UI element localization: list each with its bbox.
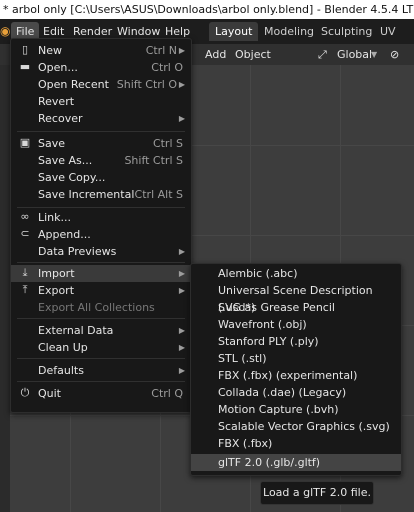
toolbar-strip [0, 65, 10, 512]
menu-item-export[interactable]: ⤒ Export ▶ [11, 282, 191, 299]
pivot-icon[interactable]: ⊘ [390, 46, 399, 63]
menu-divider [17, 262, 185, 263]
tab-uv-editing[interactable]: UV Editi [374, 22, 414, 57]
header-add-menu[interactable]: Add [205, 46, 226, 63]
menu-item-data-previews[interactable]: Data Previews ▶ [11, 243, 191, 260]
chevron-right-icon: ▶ [178, 114, 185, 123]
import-fbx[interactable]: FBX (.fbx) [191, 435, 401, 452]
import-motion-capture[interactable]: Motion Capture (.bvh) [191, 401, 401, 418]
menu-item-save[interactable]: ▣ Save Ctrl S [11, 135, 191, 152]
file-menu: ▯ New Ctrl N ▶ ▬ Open... Ctrl O Open Rec… [10, 38, 192, 413]
chevron-down-icon[interactable]: ▼ [371, 46, 377, 63]
menu-item-new[interactable]: ▯ New Ctrl N ▶ [11, 42, 191, 59]
menu-divider [17, 207, 185, 208]
chevron-right-icon: ▶ [178, 286, 185, 295]
menu-item-recover[interactable]: Recover ▶ [11, 110, 191, 127]
menu-divider [17, 358, 185, 359]
menu-item-open-recent[interactable]: Open Recent Shift Ctrl O ▶ [11, 76, 191, 93]
import-gltf[interactable]: glTF 2.0 (.glb/.gltf) [191, 454, 401, 471]
orientation-dropdown[interactable]: Global [337, 46, 372, 63]
menu-item-defaults[interactable]: Defaults ▶ [11, 362, 191, 379]
export-icon: ⤒ [22, 283, 28, 296]
import-stanford-ply[interactable]: Stanford PLY (.ply) [191, 333, 401, 350]
folder-icon: ▬ [19, 60, 31, 73]
chevron-right-icon: ▶ [178, 247, 185, 256]
import-submenu: Alembic (.abc) Universal Scene Descripti… [190, 263, 402, 476]
chevron-right-icon: ▶ [178, 269, 185, 278]
save-icon: ▣ [19, 136, 31, 149]
menu-item-save-copy[interactable]: Save Copy... [11, 169, 191, 186]
import-fbx-experimental[interactable]: FBX (.fbx) (experimental) [191, 367, 401, 384]
menu-divider [17, 381, 185, 382]
menu-item-quit[interactable]: ⏻ Quit Ctrl Q [11, 385, 191, 402]
header-object-menu[interactable]: Object [235, 46, 271, 63]
tab-sculpting[interactable]: Sculpting [315, 22, 378, 41]
menu-item-external-data[interactable]: External Data ▶ [11, 322, 191, 339]
tab-layout[interactable]: Layout [209, 22, 259, 41]
menu-item-import[interactable]: ⤓ Import ▶ [11, 265, 191, 282]
import-svg[interactable]: Scalable Vector Graphics (.svg) [191, 418, 401, 435]
chevron-right-icon: ▶ [178, 46, 185, 55]
menu-item-save-incremental[interactable]: Save Incremental Ctrl Alt S [11, 186, 191, 203]
power-icon: ⏻ [20, 386, 30, 399]
menu-divider [17, 131, 185, 132]
import-stl[interactable]: STL (.stl) [191, 350, 401, 367]
window-title: * arbol only [C:\Users\ASUS\Downloads\ar… [3, 3, 414, 16]
menu-item-append[interactable]: ⊂ Append... [11, 226, 191, 243]
menu-item-export-all-collections: Export All Collections [38, 301, 155, 314]
import-svg-grease-pencil[interactable]: SVG as Grease Pencil [191, 299, 401, 316]
import-icon: ⤓ [22, 266, 28, 279]
import-usd[interactable]: Universal Scene Description (.usd*) [191, 282, 401, 314]
menu-item-save-as[interactable]: Save As... Shift Ctrl S [11, 152, 191, 169]
menu-item-clean-up[interactable]: Clean Up ▶ [11, 339, 191, 356]
menu-item-open[interactable]: ▬ Open... Ctrl O [11, 59, 191, 76]
chevron-right-icon: ▶ [178, 343, 185, 352]
append-icon: ⊂ [20, 227, 30, 240]
tooltip: Load a glTF 2.0 file. [260, 481, 374, 505]
import-alembic[interactable]: Alembic (.abc) [191, 265, 401, 282]
chevron-right-icon: ▶ [178, 80, 185, 89]
link-icon: ∞ [20, 210, 30, 223]
import-collada[interactable]: Collada (.dae) (Legacy) [191, 384, 401, 401]
orientation-icon[interactable]: ⤢ [318, 46, 327, 63]
tab-modeling[interactable]: Modeling [258, 22, 320, 41]
new-file-icon: ▯ [21, 43, 29, 56]
chevron-right-icon: ▶ [178, 326, 185, 335]
menu-item-link[interactable]: ∞ Link... [11, 209, 191, 226]
menu-item-revert[interactable]: Revert [11, 93, 191, 110]
blender-logo-icon[interactable]: ◉ [0, 23, 10, 40]
window-titlebar: * arbol only [C:\Users\ASUS\Downloads\ar… [0, 0, 414, 19]
import-wavefront-obj[interactable]: Wavefront (.obj) [191, 316, 401, 333]
chevron-right-icon: ▶ [178, 366, 185, 375]
menu-divider [17, 318, 185, 319]
